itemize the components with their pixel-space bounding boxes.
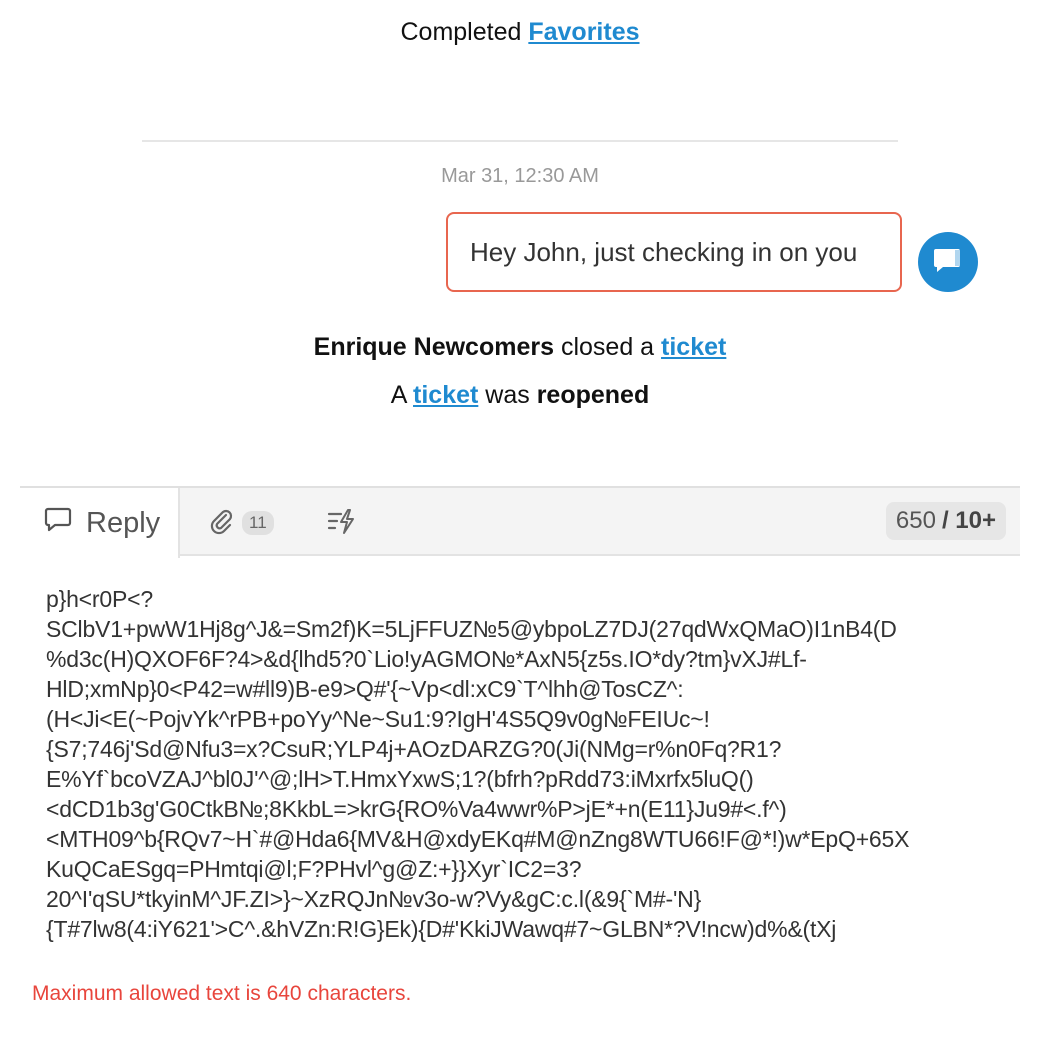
ticket-link[interactable]: ticket xyxy=(661,333,726,361)
agent-avatar[interactable] xyxy=(918,232,978,292)
event-closed: Enrique Newcomers closed a ticket xyxy=(0,333,1040,362)
tab-reply[interactable]: Reply xyxy=(20,488,180,558)
composer-tabbar: Reply 11 650 / 10+ xyxy=(20,488,1020,558)
message-text: Hey John, just checking in on you xyxy=(470,236,858,267)
chat-icon xyxy=(933,246,963,279)
error-message: Maximum allowed text is 640 characters. xyxy=(32,982,412,1005)
lightning-list-icon xyxy=(326,509,356,540)
event-actor: Enrique Newcomers xyxy=(313,333,554,361)
paperclip-icon xyxy=(208,507,234,540)
character-counter: 650 / 10+ xyxy=(885,502,1006,540)
editor-line: <MTH09^b{RQv7~H`#@Hda6{MV&H@xdyEKq#M@nZn… xyxy=(46,826,910,852)
ticket-link[interactable]: ticket xyxy=(413,381,478,409)
reply-textarea[interactable]: p}h<r0P<? SClbV1+pwW1Hj8g^J&=Sm2f)K=5LjFF… xyxy=(46,584,1006,944)
attachments-button[interactable]: 11 xyxy=(208,506,274,540)
editor-line: 20^I'qSU*tkyinM^JF.ZI>}~XzRQJn№v3o-w?Vy&… xyxy=(46,886,702,912)
message-bubble: Hey John, just checking in on you xyxy=(446,212,902,292)
event-prefix: A xyxy=(390,381,407,409)
editor-line: p}h<r0P<? xyxy=(46,586,153,612)
event-action: closed a xyxy=(560,333,655,361)
editor-line: (H<Ji<E(~PojvYk^rPB+poYy^Ne~Su1:9?IgH'4S… xyxy=(46,706,710,732)
message-timestamp: Mar 31, 12:30 AM xyxy=(441,165,599,187)
editor-line: E%Yf`bcoVZAJ^bl0J'^@;lH>T.HmxYxwS;1?(bfr… xyxy=(46,766,754,792)
activity-completed: Completed Favorites xyxy=(0,18,1040,47)
editor-line: %d3c(H)QXOF6F?4>&d{lhd5?0`Lio!yAGMO№*AxN… xyxy=(46,646,807,672)
tab-reply-label: Reply xyxy=(86,506,161,539)
counter-current: 650 xyxy=(895,507,936,534)
editor-line: {T#7lw8(4:iY621'>C^.&hVZn:R!G}Ek){D#'Kki… xyxy=(46,916,837,942)
event-status: reopened xyxy=(536,381,650,409)
divider xyxy=(142,140,898,142)
reply-composer: Reply 11 650 / 10+ p}h<r0P<? SClbV1+pwW1… xyxy=(20,486,1020,1020)
event-middle: was xyxy=(485,381,530,409)
editor-line: <dCD1b3g'G0CtkB№;8KkbL=>krG{RO%Va4wwr%P>… xyxy=(46,796,787,822)
editor-line: SClbV1+pwW1Hj8g^J&=Sm2f)K=5LjFFUZ№5@ybpo… xyxy=(46,616,897,642)
counter-limit: / 10+ xyxy=(941,507,996,534)
editor-line: KuQCaESgq=PHmtqi@l;F?PHvl^g@Z:+}}Xyr`IC2… xyxy=(46,856,582,882)
activity-prefix: Completed xyxy=(400,18,522,46)
attachment-count-badge: 11 xyxy=(242,511,274,535)
editor-line: {S7;746j'Sd@Nfu3=x?CsuR;YLP4j+AOzDARZG?0… xyxy=(46,736,782,762)
editor-line: HlD;xmNp}0<P42=w#ll9)B-e9>Q#'{~Vp<dl:xC9… xyxy=(46,676,684,702)
favorites-link[interactable]: Favorites xyxy=(528,18,639,46)
macros-button[interactable] xyxy=(326,506,356,541)
speech-bubble-icon xyxy=(44,505,72,541)
event-reopened: A ticket was reopened xyxy=(0,381,1040,410)
